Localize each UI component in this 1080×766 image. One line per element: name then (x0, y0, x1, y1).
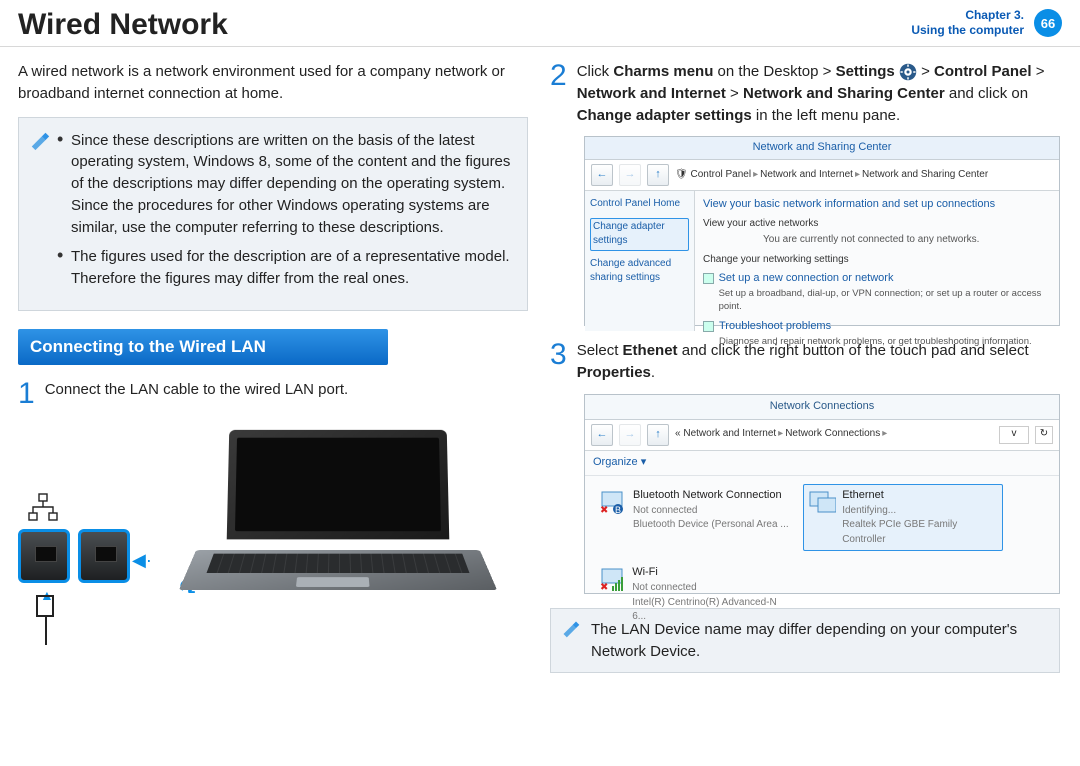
window-title: Network Connections (585, 395, 1059, 420)
left-column: A wired network is a network environment… (18, 61, 528, 673)
step-2: 2 Click Charms menu on the Desktop > Set… (550, 61, 1060, 126)
lan-ports (18, 529, 130, 583)
view-active-heading: View your active networks (703, 217, 1051, 232)
tip-text: The LAN Device name may differ depending… (591, 619, 1047, 663)
svg-text:✖: ✖ (600, 505, 608, 515)
connection-status: Not connected (632, 581, 789, 596)
intro-paragraph: A wired network is a network environment… (18, 61, 528, 105)
page-title: Wired Network (18, 8, 228, 42)
connection-name: Wi-Fi (632, 565, 789, 581)
breadcrumb[interactable]: « Network and Internet▸Network Connectio… (675, 427, 993, 442)
connection-status: Not connected (633, 504, 789, 519)
svg-text:✖: ✖ (600, 582, 608, 592)
organize-menu[interactable]: Organize ▾ (585, 451, 1059, 476)
up-button[interactable]: ↑ (647, 164, 669, 186)
section-heading: Connecting to the Wired LAN (18, 329, 388, 366)
breadcrumb[interactable]: 🛡 Control Panel▸Network and Internet▸Net… (675, 168, 988, 183)
step-text: Click Charms menu on the Desktop > Setti… (577, 61, 1060, 126)
change-settings-heading: Change your networking settings (703, 253, 1051, 268)
svg-text:B: B (615, 505, 621, 515)
wifi-icon: ✖ (597, 565, 626, 593)
window-title: Network and Sharing Center (585, 137, 1059, 160)
laptop-illustration (188, 429, 488, 609)
up-button[interactable]: ↑ (647, 424, 669, 446)
header-right: Chapter 3. Using the computer 66 (911, 8, 1062, 38)
connection-device: Bluetooth Device (Personal Area ... (633, 518, 789, 533)
nav-bar: ← → ↑ 🛡 Control Panel▸Network and Intern… (585, 160, 1059, 191)
settings-label: Settings (836, 63, 895, 80)
laptop-figure: ◀· ↻ ▲ (18, 419, 528, 649)
connection-name: Bluetooth Network Connection (633, 488, 789, 504)
network-icon (26, 493, 60, 523)
connection-device: Realtek PCIe GBE Family Controller (842, 518, 999, 547)
connection-bluetooth[interactable]: ✖B Bluetooth Network ConnectionNot conne… (593, 484, 793, 551)
network-internet-label: Network and Internet (577, 85, 726, 102)
note-box: Since these descriptions are written on … (18, 117, 528, 311)
page-number-badge: 66 (1034, 9, 1062, 37)
connection-name: Ethernet (842, 488, 999, 504)
figure-network-connections: Network Connections ← → ↑ « Network and … (584, 394, 1060, 594)
note-list: Since these descriptions are written on … (57, 130, 513, 298)
gear-icon (899, 63, 917, 81)
chapter-line1: Chapter 3. (911, 8, 1024, 23)
change-adapter-label: Change adapter settings (577, 107, 752, 124)
ethernet-label: Ethenet (623, 342, 678, 359)
connection-status: Identifying... (842, 504, 999, 519)
lan-port (78, 529, 130, 583)
network-sharing-label: Network and Sharing Center (743, 85, 945, 102)
note-icon (561, 619, 583, 663)
step-1: 1 Connect the LAN cable to the wired LAN… (18, 379, 528, 409)
step-text: Connect the LAN cable to the wired LAN p… (45, 379, 528, 409)
note-icon (29, 130, 51, 298)
bluetooth-icon: ✖B (597, 488, 627, 516)
control-panel-label: Control Panel (934, 63, 1032, 80)
connection-ethernet[interactable]: EthernetIdentifying...Realtek PCIe GBE F… (803, 484, 1003, 551)
right-column: 2 Click Charms menu on the Desktop > Set… (550, 61, 1060, 673)
step-text: Select Ethenet and click the right butto… (577, 340, 1060, 384)
link-setup-new-connection[interactable]: Set up a new connection or network (719, 271, 1051, 287)
step-number: 1 (18, 379, 35, 409)
note-item: The figures used for the description are… (57, 246, 513, 290)
troubleshoot-icon (703, 321, 714, 332)
chapter-line2: Using the computer (911, 23, 1024, 38)
dropdown-handle[interactable]: v (999, 426, 1029, 444)
forward-button[interactable]: → (619, 164, 641, 186)
back-button[interactable]: ← (591, 424, 613, 446)
left-pane: Control Panel Home Change adapter settin… (585, 191, 695, 331)
step-number: 2 (550, 61, 567, 126)
not-connected-text: You are currently not connected to any n… (763, 233, 1051, 248)
nav-control-panel-home[interactable]: Control Panel Home (590, 197, 689, 212)
properties-label: Properties (577, 364, 651, 381)
main-heading: View your basic network information and … (703, 197, 1051, 213)
note-item: Since these descriptions are written on … (57, 130, 513, 239)
figure-network-sharing-center: Network and Sharing Center ← → ↑ 🛡 Contr… (584, 136, 1060, 326)
charms-menu-label: Charms menu (613, 63, 713, 80)
link-troubleshoot-problems[interactable]: Troubleshoot problems (719, 319, 1032, 335)
lan-port-active (18, 529, 70, 583)
arrow-left-icon: ◀· (132, 547, 152, 573)
main-pane: View your basic network information and … (695, 191, 1059, 331)
forward-button[interactable]: → (619, 424, 641, 446)
step-3: 3 Select Ethenet and click the right but… (550, 340, 1060, 384)
page-header: Wired Network Chapter 3. Using the compu… (0, 0, 1080, 47)
step-number: 3 (550, 340, 567, 384)
content-columns: A wired network is a network environment… (0, 47, 1080, 683)
nav-change-adapter-settings[interactable]: Change adapter settings (590, 218, 689, 251)
rj45-plug-icon (36, 595, 54, 617)
nav-change-advanced-sharing[interactable]: Change advanced sharing settings (590, 257, 689, 286)
connection-icon (703, 273, 714, 284)
chapter-label: Chapter 3. Using the computer (911, 8, 1024, 38)
shield-icon: 🛡 (675, 169, 688, 180)
back-button[interactable]: ← (591, 164, 613, 186)
refresh-button[interactable]: ↻ (1035, 426, 1053, 444)
nav-bar: ← → ↑ « Network and Internet▸Network Con… (585, 420, 1059, 451)
setup-new-subtext: Set up a broadband, dial-up, or VPN conn… (719, 287, 1051, 315)
ethernet-icon (807, 488, 836, 516)
